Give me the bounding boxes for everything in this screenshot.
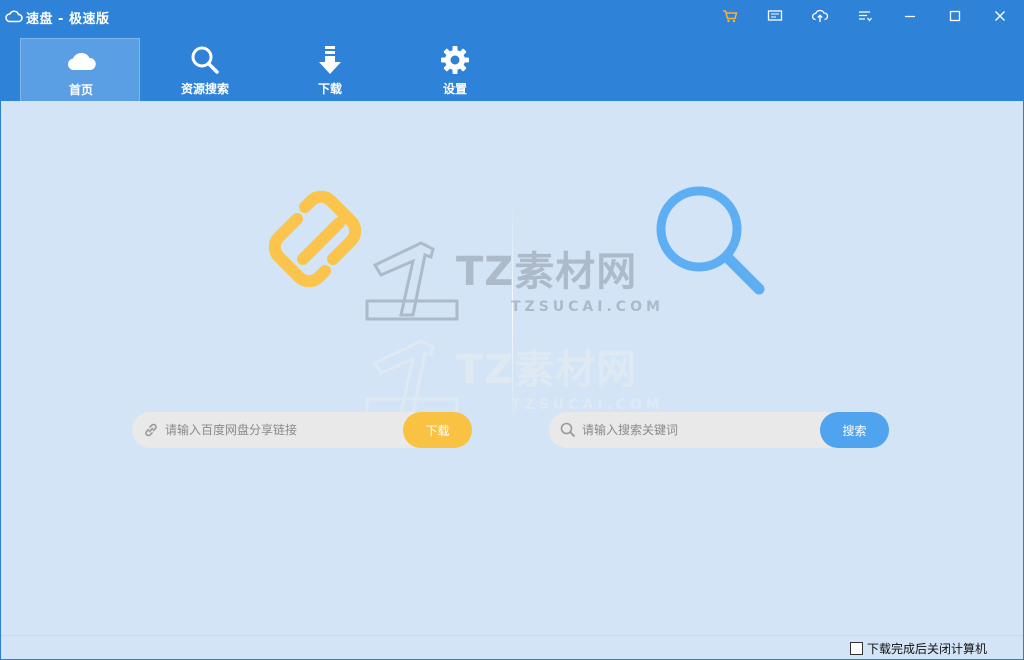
watermark-subtitle: TZSUCAI.COM (511, 299, 664, 315)
nav-home-label: 首页 (68, 83, 93, 97)
main-nav: 首页 资源搜索 下载 设置 (0, 32, 1024, 101)
search-button[interactable]: 搜索 (820, 412, 889, 448)
download-arrow-icon (314, 44, 346, 76)
minimize-icon[interactable] (900, 6, 920, 26)
share-link-input[interactable] (165, 412, 395, 448)
feedback-icon[interactable] (765, 6, 785, 26)
cloud-icon (65, 45, 97, 77)
nav-resource-search[interactable]: 资源搜索 (145, 38, 265, 101)
upload-cloud-icon[interactable] (810, 6, 830, 26)
shutdown-checkbox-label[interactable]: 下载完成后关闭计算机 (867, 640, 987, 657)
nav-home[interactable]: 首页 (20, 38, 140, 101)
status-bar: 下载完成后关闭计算机 (1, 635, 1023, 659)
share-link-field: 下载 (132, 412, 472, 448)
shutdown-checkbox[interactable] (850, 642, 863, 655)
title-bar: 速盘 - 极速版 (0, 0, 1024, 32)
maximize-icon[interactable] (945, 6, 965, 26)
nav-settings[interactable]: 设置 (395, 38, 515, 101)
window-title: 速盘 - 极速版 (26, 12, 110, 27)
close-icon[interactable] (990, 6, 1010, 26)
home-panel: TZ素材网 TZSUCAI.COM TZ素材网 TZSUCAI.COM 下载 (1, 101, 1023, 635)
watermark-subtitle-reflection: TZSUCAI.COM (511, 397, 664, 413)
gear-icon (439, 44, 471, 76)
nav-download[interactable]: 下载 (270, 38, 390, 101)
watermark-title: TZ素材网 (456, 249, 638, 295)
search-icon (189, 44, 221, 76)
search-icon (560, 422, 575, 437)
link-icon (145, 423, 157, 437)
watermark: TZ素材网 TZSUCAI.COM TZ素材网 TZSUCAI.COM (361, 229, 671, 429)
download-button[interactable]: 下载 (403, 412, 472, 448)
cloud-outline-icon (5, 10, 23, 23)
cart-icon[interactable] (720, 6, 740, 26)
chain-link-icon (268, 190, 362, 288)
keyword-search-input[interactable] (582, 412, 812, 448)
keyword-search-field: 搜索 (549, 412, 889, 448)
watermark-title-reflection: TZ素材网 (456, 347, 638, 393)
log-list-icon[interactable] (855, 6, 875, 26)
nav-download-label: 下载 (317, 82, 342, 96)
nav-resource-search-label: 资源搜索 (180, 82, 229, 96)
watermark-logo-icon (365, 241, 459, 321)
nav-settings-label: 设置 (442, 82, 467, 96)
